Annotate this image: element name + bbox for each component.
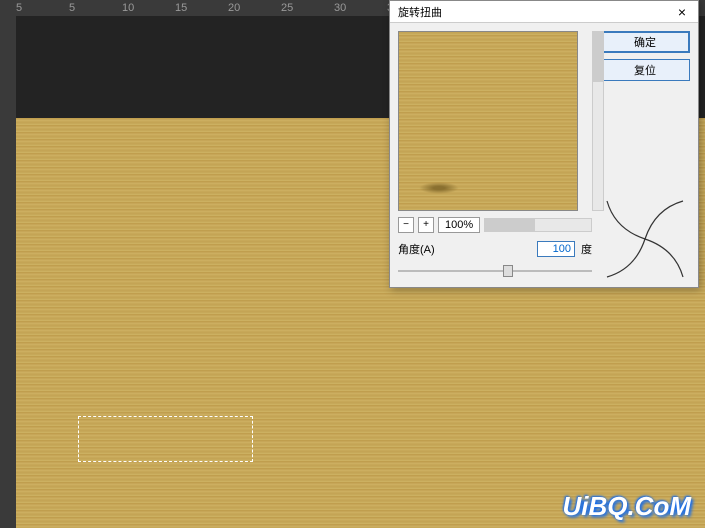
angle-input[interactable]	[537, 241, 575, 257]
dialog-titlebar[interactable]: 旋转扭曲 ×	[390, 1, 698, 23]
zoom-in-button[interactable]: +	[418, 217, 434, 233]
watermark: UiBQ.CoM	[562, 491, 691, 522]
dialog-title-text: 旋转扭曲	[398, 4, 442, 20]
filter-preview[interactable]	[398, 31, 578, 211]
close-icon[interactable]: ×	[674, 4, 690, 20]
reset-button[interactable]: 复位	[600, 59, 690, 81]
preview-scrollbar-vertical[interactable]	[592, 31, 604, 211]
angle-unit: 度	[581, 241, 592, 257]
twirl-icon	[605, 199, 685, 279]
vertical-ruler	[0, 16, 16, 528]
zoom-out-button[interactable]: −	[398, 217, 414, 233]
angle-slider[interactable]	[398, 263, 592, 279]
zoom-value: 100%	[438, 217, 480, 233]
ok-button[interactable]: 确定	[600, 31, 690, 53]
angle-label: 角度(A)	[398, 241, 435, 257]
slider-thumb[interactable]	[503, 265, 513, 277]
marquee-selection[interactable]	[78, 416, 253, 462]
preview-scrollbar-horizontal[interactable]	[484, 218, 592, 232]
twirl-dialog: 旋转扭曲 × − + 100% 角度(A) 度	[389, 0, 699, 288]
